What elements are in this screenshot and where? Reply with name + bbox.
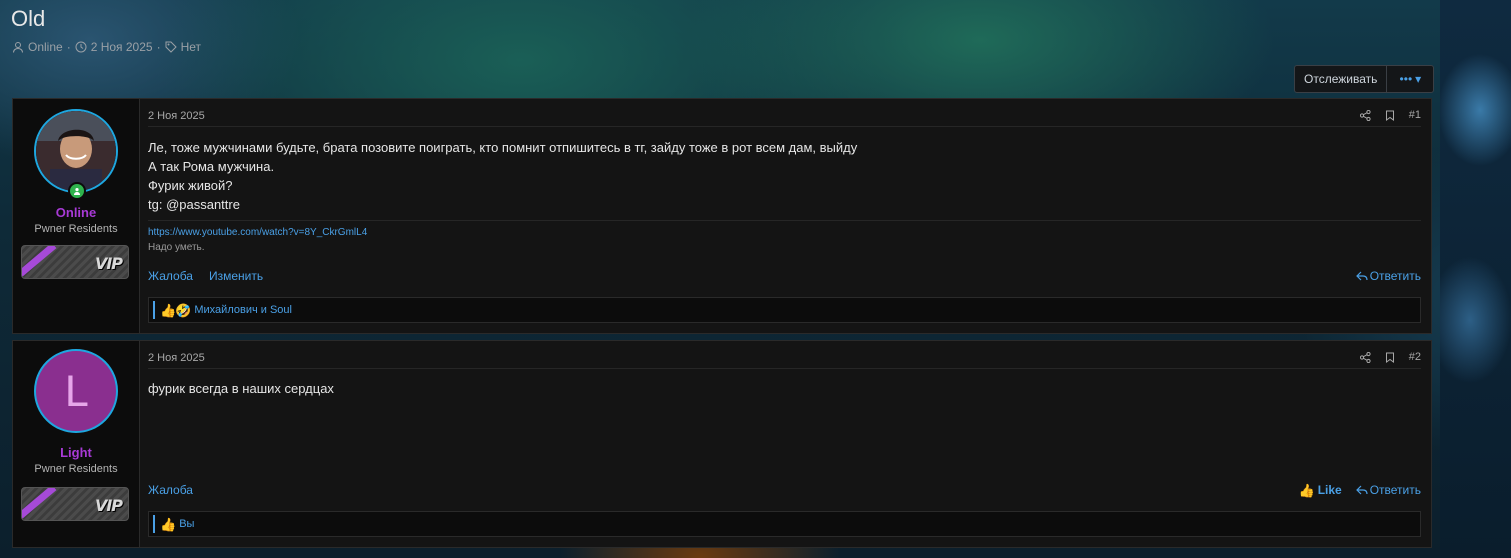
- thread-meta: Online · 2 Ноя 2025 · Нет: [12, 40, 201, 54]
- background-side-panel: [1440, 0, 1511, 558]
- post-user-panel: L Light Pwner Residents VIP: [13, 341, 140, 547]
- laugh-emoji-icon: 🤣: [175, 302, 192, 318]
- reactions-users[interactable]: Михайлович и Soul: [194, 304, 292, 316]
- online-status-icon: [68, 182, 86, 200]
- post-line: фурик всегда в наших сердцах: [148, 381, 334, 396]
- reactions-bar[interactable]: 👍 Вы: [148, 511, 1421, 537]
- more-menu-button[interactable]: ••• ▾: [1387, 66, 1433, 92]
- post-body: 2 Ноя 2025 #2 фурик всегда в наших сердц…: [140, 341, 1431, 547]
- reactions-users[interactable]: Вы: [179, 518, 194, 530]
- like-label: Like: [1317, 483, 1342, 497]
- thread-actions: Отслеживать ••• ▾: [1294, 65, 1435, 93]
- post-number[interactable]: #1: [1409, 109, 1421, 121]
- reply-icon: [1355, 485, 1368, 495]
- post-user-panel: Online Pwner Residents VIP: [13, 99, 140, 333]
- reply-label: Ответить: [1369, 483, 1421, 497]
- reply-button[interactable]: Ответить: [1355, 269, 1421, 283]
- reply-label: Ответить: [1369, 269, 1421, 283]
- signature: https://www.youtube.com/watch?v=8Y_CkrGm…: [148, 225, 367, 255]
- avatar[interactable]: [34, 109, 118, 193]
- post-line: А так Рома мужчина.: [148, 159, 275, 174]
- post-date[interactable]: 2 Ноя 2025: [148, 110, 205, 122]
- thread-date[interactable]: 2 Ноя 2025: [91, 40, 153, 54]
- thread-tag[interactable]: Нет: [181, 40, 201, 54]
- avatar-initial: L: [64, 366, 88, 416]
- avatar-photo: [36, 111, 116, 191]
- post-content: фурик всегда в наших сердцах: [148, 379, 334, 398]
- post: L Light Pwner Residents VIP 2 Ноя 2025 #…: [12, 340, 1432, 548]
- bookmark-icon[interactable]: [1385, 352, 1395, 363]
- signature-divider: [148, 220, 1421, 221]
- post-number[interactable]: #2: [1409, 351, 1421, 363]
- thumbs-up-icon: 👍: [1298, 482, 1315, 498]
- vip-banner: VIP: [21, 487, 129, 521]
- thumbs-up-icon: 👍: [160, 516, 177, 532]
- post-line: tg: @passanttre: [148, 197, 240, 212]
- follow-button[interactable]: Отслеживать: [1295, 66, 1388, 92]
- post-tools: #1: [1359, 109, 1421, 121]
- avatar[interactable]: L: [34, 349, 118, 433]
- user-icon: [13, 42, 23, 53]
- bookmark-icon[interactable]: [1385, 110, 1395, 121]
- share-icon[interactable]: [1359, 109, 1371, 121]
- post-date[interactable]: 2 Ноя 2025: [148, 352, 205, 364]
- vip-badge-text: VIP: [94, 496, 123, 515]
- divider: [148, 126, 1421, 127]
- post-line: Фурик живой?: [148, 178, 233, 193]
- user-title: Pwner Residents: [34, 463, 118, 475]
- like-button[interactable]: 👍 Like: [1299, 483, 1342, 497]
- post-body: 2 Ноя 2025 #1 Ле, тоже мужчинами будьте,…: [140, 99, 1431, 333]
- username[interactable]: Online: [13, 205, 139, 220]
- post-tools: #2: [1359, 351, 1421, 363]
- post-line: Ле, тоже мужчинами будьте, брата позовит…: [148, 140, 858, 155]
- reactions-bar[interactable]: 👍 🤣 Михайлович и Soul: [148, 297, 1421, 323]
- vip-badge-text: VIP: [94, 254, 123, 273]
- edit-link[interactable]: Изменить: [209, 269, 263, 283]
- username[interactable]: Light: [13, 445, 139, 460]
- share-icon[interactable]: [1359, 351, 1371, 363]
- tag-icon: [165, 41, 177, 53]
- report-link[interactable]: Жалоба: [148, 483, 193, 497]
- more-dots: •••: [1399, 72, 1413, 86]
- clock-icon: [75, 41, 87, 53]
- thread-author[interactable]: Online: [28, 40, 63, 54]
- chevron-down-icon: ▾: [1415, 72, 1422, 86]
- signature-link[interactable]: https://www.youtube.com/watch?v=8Y_CkrGm…: [148, 227, 367, 238]
- user-title: Pwner Residents: [34, 223, 118, 235]
- report-link[interactable]: Жалоба: [148, 269, 193, 283]
- thumbs-up-icon: 👍: [160, 302, 177, 318]
- signature-note: Надо уметь.: [148, 242, 205, 253]
- reply-icon: [1355, 271, 1368, 281]
- vip-banner: VIP: [21, 245, 129, 279]
- divider: [148, 368, 1421, 369]
- post: Online Pwner Residents VIP 2 Ноя 2025 #1…: [12, 98, 1432, 334]
- reply-button[interactable]: Ответить: [1355, 483, 1421, 497]
- post-content: Ле, тоже мужчинами будьте, брата позовит…: [148, 138, 857, 214]
- thread-title: Old: [11, 6, 46, 31]
